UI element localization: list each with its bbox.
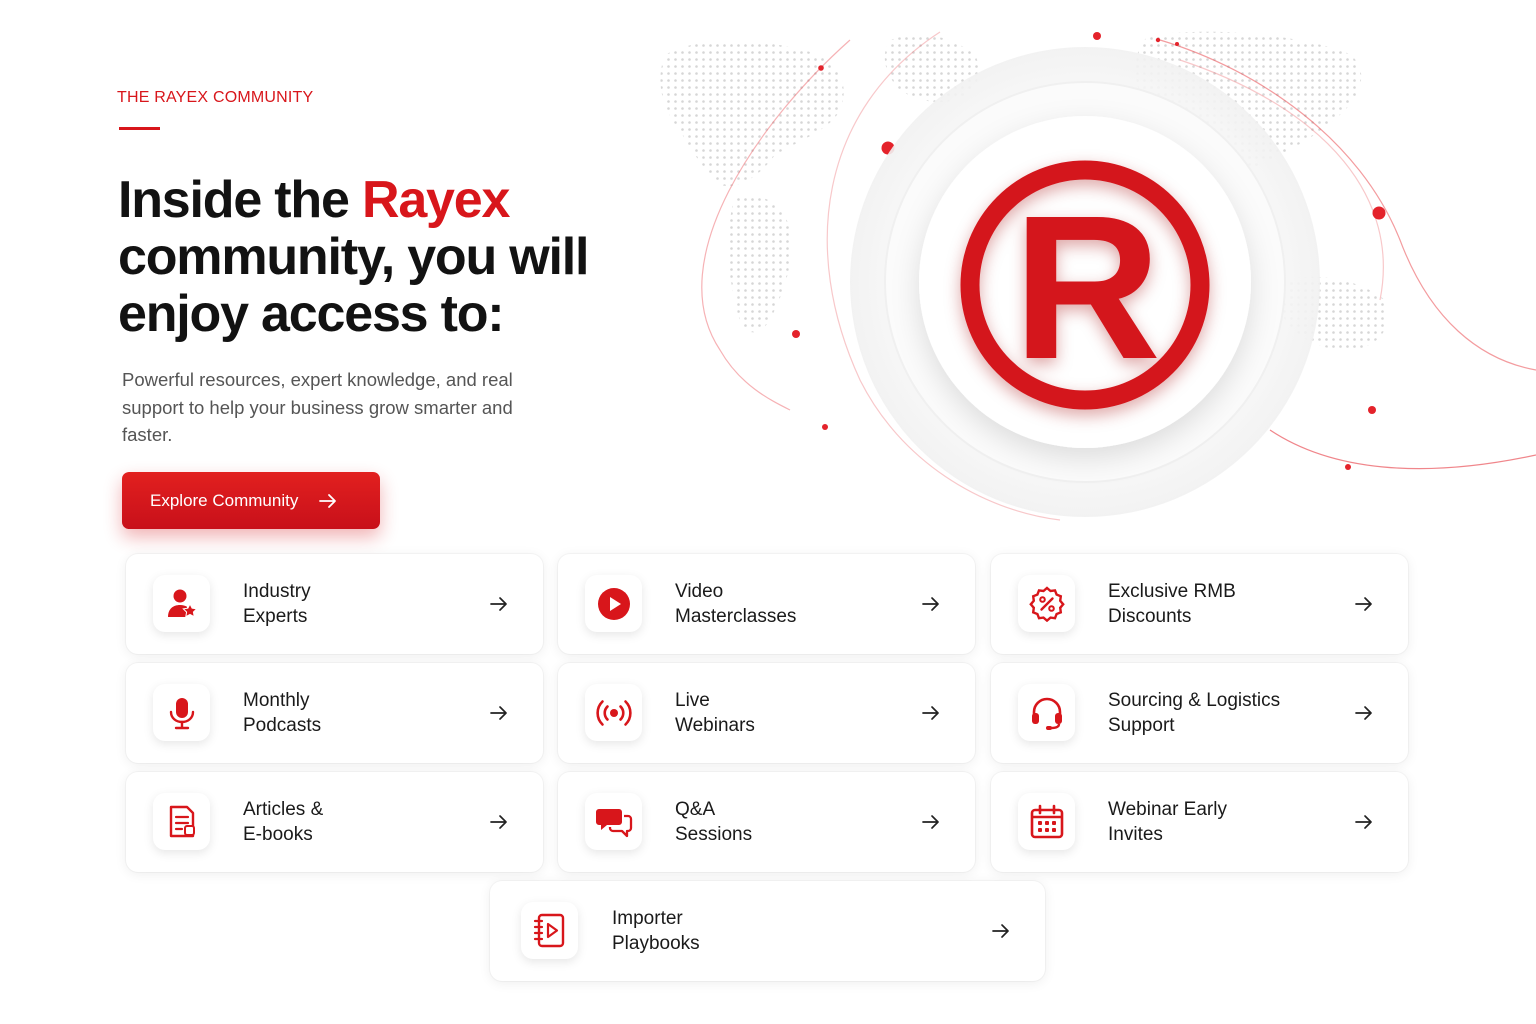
benefit-label: Industry Experts (243, 581, 311, 627)
hero-description: Powerful resources, expert knowledge, an… (122, 369, 513, 445)
benefit-card-industry-experts[interactable]: Industry Experts (126, 554, 543, 654)
eyebrow-label: THE RAYEX COMMUNITY (117, 89, 314, 106)
benefit-label: Monthly Podcasts (243, 690, 322, 736)
benefit-card-video-masterclasses[interactable]: Video Masterclasses (558, 554, 975, 654)
benefit-label: Exclusive RMB Discounts (1108, 581, 1236, 627)
arrow-right-icon (1354, 814, 1374, 830)
benefit-label: Articles & E-books (243, 799, 324, 845)
benefit-card-importer-playbooks[interactable]: Importer Playbooks (490, 881, 1045, 981)
benefit-card-rmb-discounts[interactable]: Exclusive RMB Discounts (991, 554, 1408, 654)
arrow-right-icon (921, 705, 941, 721)
benefit-label: Q&A Sessions (675, 799, 753, 845)
eyebrow-underline (119, 127, 160, 130)
title-suffix: community, you will enjoy access to: (118, 228, 589, 343)
logo-letter: R (1013, 173, 1161, 402)
benefit-card-live-webinars[interactable]: Live Webinars (558, 663, 975, 763)
calendar-icon (1018, 793, 1075, 850)
benefit-label: Video Masterclasses (675, 581, 797, 627)
title-prefix: Inside the (118, 171, 362, 229)
expert-user-icon (153, 575, 210, 632)
arrow-right-icon (489, 705, 509, 721)
benefit-card-sourcing-logistics[interactable]: Sourcing & Logistics Support (991, 663, 1408, 763)
benefit-card-articles-ebooks[interactable]: Articles & E-books (126, 772, 543, 872)
play-icon (585, 575, 642, 632)
broadcast-icon (585, 684, 642, 741)
arrow-right-icon (489, 814, 509, 830)
document-icon (153, 793, 210, 850)
explore-community-button[interactable]: Explore Community (122, 472, 380, 529)
arrow-right-icon (1354, 596, 1374, 612)
arrow-right-icon (921, 596, 941, 612)
playbook-icon (521, 902, 578, 959)
benefit-card-monthly-podcasts[interactable]: Monthly Podcasts (126, 663, 543, 763)
benefit-label: Sourcing & Logistics Support (1108, 690, 1281, 736)
discount-badge-icon (1018, 575, 1075, 632)
arrow-right-icon (991, 923, 1011, 939)
cta-label: Explore Community (150, 490, 299, 510)
arrow-right-icon (489, 596, 509, 612)
benefit-label: Importer Playbooks (612, 908, 700, 954)
benefit-label: Live Webinars (675, 690, 755, 736)
benefit-card-qa-sessions[interactable]: Q&A Sessions (558, 772, 975, 872)
page-title: Inside the Rayex community, you will enj… (118, 172, 678, 343)
benefit-card-webinar-early-invites[interactable]: Webinar Early Invites (991, 772, 1408, 872)
arrow-right-icon (1354, 705, 1374, 721)
title-brand: Rayex (361, 171, 510, 229)
chat-icon (585, 793, 642, 850)
arrow-right-icon (921, 814, 941, 830)
arrow-right-icon (318, 493, 338, 509)
microphone-icon (153, 684, 210, 741)
benefit-label: Webinar Early Invites (1108, 799, 1227, 845)
headset-icon (1018, 684, 1075, 741)
